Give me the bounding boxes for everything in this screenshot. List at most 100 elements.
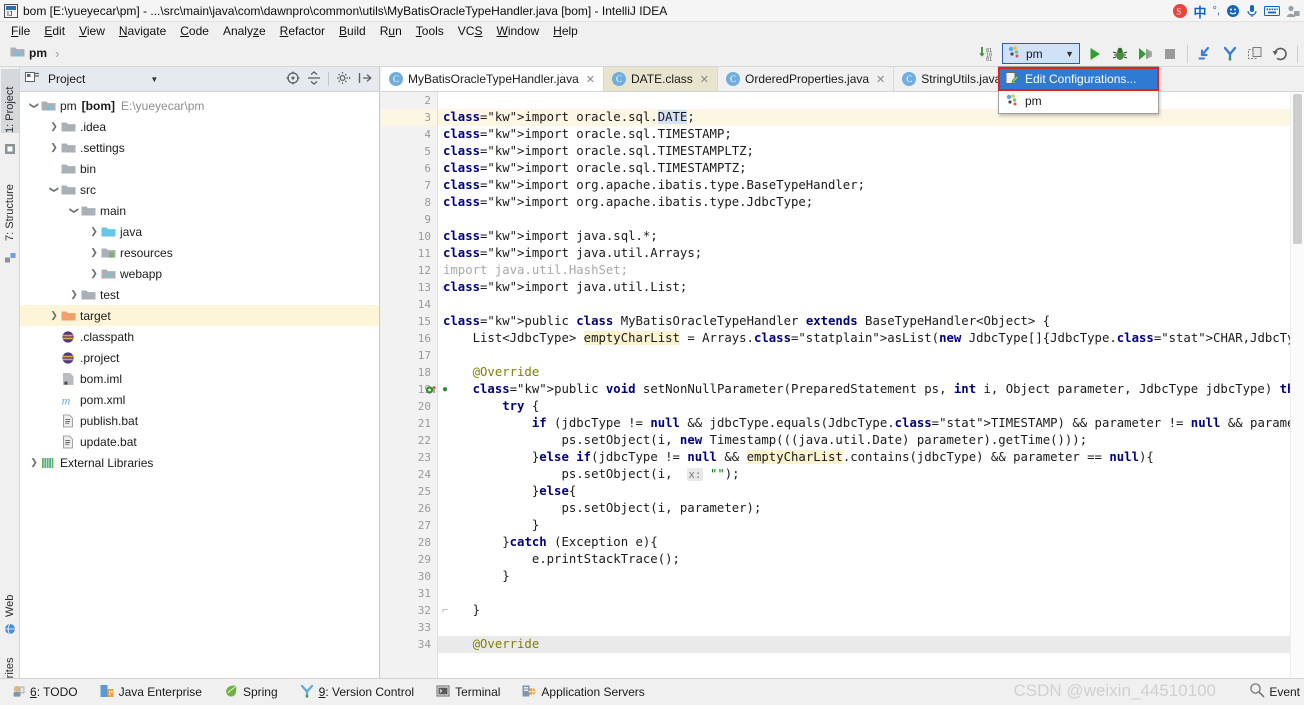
menu-file[interactable]: File	[4, 23, 37, 39]
chevron-right-icon[interactable]: ❯	[48, 121, 60, 132]
chevron-right-icon[interactable]: ❯	[48, 142, 60, 153]
code-line[interactable]: }	[438, 517, 1290, 534]
tree-node-resources[interactable]: ❯ resources	[20, 242, 379, 263]
code-line[interactable]: }else{	[438, 483, 1290, 500]
keyboard-icon[interactable]	[1264, 5, 1280, 17]
menu-build[interactable]: Build	[332, 23, 373, 39]
project-scope-chevron-icon[interactable]: ▼	[150, 75, 158, 84]
code-line[interactable]: }	[438, 568, 1290, 585]
menu-vcs[interactable]: VCS	[451, 23, 490, 39]
menu-view[interactable]: View	[72, 23, 112, 39]
code-line[interactable]: ps.setObject(i, parameter);	[438, 500, 1290, 517]
menu-window[interactable]: Window	[489, 23, 546, 39]
status-item-application-servers[interactable]: Application Servers	[511, 684, 655, 701]
code-line[interactable]: class="kw">public void setNonNullParamet…	[438, 381, 1290, 398]
run-with-coverage-button[interactable]	[1135, 44, 1155, 64]
sidebar-item-project[interactable]: 1: Project	[1, 69, 19, 133]
target-icon[interactable]	[286, 71, 300, 88]
code-line[interactable]: class="kw">import oracle.sql.TIMESTAMPTZ…	[438, 160, 1290, 177]
code-line[interactable]: class="kw">import java.sql.*;	[438, 228, 1290, 245]
code-line[interactable]: @Override	[438, 364, 1290, 381]
override-method-icon[interactable]	[425, 384, 437, 396]
menu-analyze[interactable]: Analyze	[216, 23, 273, 39]
event-log-icon[interactable]	[1249, 682, 1265, 701]
code-line[interactable]	[438, 619, 1290, 636]
tree-node-java[interactable]: ❯ java	[20, 221, 379, 242]
code-content[interactable]: class="kw">import oracle.sql.DATE; class=…	[438, 92, 1290, 678]
tree-node-publish-bat[interactable]: publish.bat	[20, 410, 379, 431]
close-icon[interactable]: ✕	[586, 73, 595, 86]
status-item-terminal[interactable]: Terminal	[425, 684, 511, 701]
collapse-all-icon[interactable]	[307, 70, 321, 88]
code-line[interactable]: List<JdbcType> emptyCharList = Arrays.cl…	[438, 330, 1290, 347]
status-item-java-enterprise[interactable]: Java Enterprise	[89, 684, 213, 701]
tree-node-external-libraries[interactable]: ❯ External Libraries	[20, 452, 379, 473]
code-line[interactable]	[438, 296, 1290, 313]
tree-node-update-bat[interactable]: update.bat	[20, 431, 379, 452]
chinese-mode-icon[interactable]: 中	[1194, 2, 1207, 21]
editor-tab-date-class[interactable]: C DATE.class ✕	[603, 67, 718, 91]
menu-help[interactable]: Help	[546, 23, 585, 39]
status-item-todo[interactable]: 6: TODO	[0, 684, 89, 701]
tree-node-main[interactable]: ❯ main	[20, 200, 379, 221]
run-button[interactable]	[1085, 44, 1105, 64]
code-line[interactable]	[438, 211, 1290, 228]
code-line[interactable]: @Override	[438, 636, 1290, 653]
code-line[interactable]: class="kw">public class MyBatisOracleTyp…	[438, 313, 1290, 330]
tree-node-test[interactable]: ❯ test	[20, 284, 379, 305]
tree-node-classpath[interactable]: .classpath	[20, 326, 379, 347]
chevron-down-icon[interactable]: ❯	[69, 205, 80, 217]
code-editor[interactable]: 2 3 4 5 6 7 8 9 10 11 12 13 14 15 16 17 18 19 20 21 22 23 24 25…	[381, 92, 1304, 678]
chevron-right-icon[interactable]: ❯	[68, 289, 80, 300]
status-item-version-control[interactable]: 9: Version Control	[289, 684, 425, 701]
menu-item-edit-configurations[interactable]: Edit Configurations...	[998, 67, 1159, 91]
chevron-right-icon[interactable]: ❯	[48, 310, 60, 321]
stop-button[interactable]	[1160, 44, 1180, 64]
code-line[interactable]	[438, 347, 1290, 364]
tree-node-idea[interactable]: ❯ .idea	[20, 116, 379, 137]
code-line[interactable]: class="kw">import org.apache.ibatis.type…	[438, 194, 1290, 211]
status-item-spring[interactable]: Spring	[213, 684, 289, 701]
code-line[interactable]: }	[438, 602, 1290, 619]
code-line[interactable]	[438, 585, 1290, 602]
menu-navigate[interactable]: Navigate	[112, 23, 173, 39]
editor-tab-mybatisoracletypehandler-java[interactable]: C MyBatisOracleTypeHandler.java ✕	[381, 67, 604, 91]
microphone-icon[interactable]	[1246, 4, 1258, 18]
code-line[interactable]: class="kw">import org.apache.ibatis.type…	[438, 177, 1290, 194]
breadcrumb[interactable]: pm ›	[10, 45, 59, 61]
menu-edit[interactable]: Edit	[37, 23, 72, 39]
event-log-label[interactable]: Event	[1269, 685, 1300, 699]
sogou-input-icon[interactable]: S	[1172, 3, 1188, 19]
code-line[interactable]: class="kw">import java.util.Arrays;	[438, 245, 1290, 262]
tree-node-settings[interactable]: ❯ .settings	[20, 137, 379, 158]
chevron-down-icon[interactable]: ❯	[29, 100, 40, 112]
code-line[interactable]: class="kw">import java.util.List;	[438, 279, 1290, 296]
punctuation-icon[interactable]: °,	[1213, 5, 1220, 17]
editor-scrollbar[interactable]	[1290, 92, 1304, 678]
compare-button[interactable]	[1245, 44, 1265, 64]
menu-run[interactable]: Run	[373, 23, 409, 39]
close-icon[interactable]: ✕	[700, 73, 709, 86]
chevron-right-icon[interactable]: ❯	[88, 247, 100, 258]
close-icon[interactable]: ✕	[876, 73, 885, 86]
sidebar-item-structure[interactable]: 7: Structure	[1, 163, 19, 241]
commit-vcs-button[interactable]	[1220, 44, 1240, 64]
menu-item-pm[interactable]: pm	[999, 90, 1158, 112]
code-line[interactable]: e.printStackTrace();	[438, 551, 1290, 568]
user-account-icon[interactable]	[1286, 4, 1300, 18]
tree-node-project[interactable]: .project	[20, 347, 379, 368]
code-line[interactable]: }catch (Exception e){	[438, 534, 1290, 551]
code-line[interactable]: if (jdbcType != null && jdbcType.equals(…	[438, 415, 1290, 432]
run-configuration-popup[interactable]: Edit Configurations... pm	[998, 66, 1159, 114]
rollback-button[interactable]	[1270, 44, 1290, 64]
run-configuration-selector[interactable]: pm ▼	[1002, 43, 1080, 64]
emoji-icon[interactable]	[1226, 4, 1240, 18]
code-line[interactable]: import java.util.HashSet;	[438, 262, 1290, 279]
update-vcs-button[interactable]	[1195, 44, 1215, 64]
tree-node-bin[interactable]: bin	[20, 158, 379, 179]
code-line[interactable]: ps.setObject(i, x: "");	[438, 466, 1290, 483]
hide-icon[interactable]	[358, 71, 372, 88]
chevron-down-icon[interactable]: ▼	[1065, 49, 1074, 59]
code-line[interactable]: try {	[438, 398, 1290, 415]
tree-node-webapp[interactable]: ❯ webapp	[20, 263, 379, 284]
